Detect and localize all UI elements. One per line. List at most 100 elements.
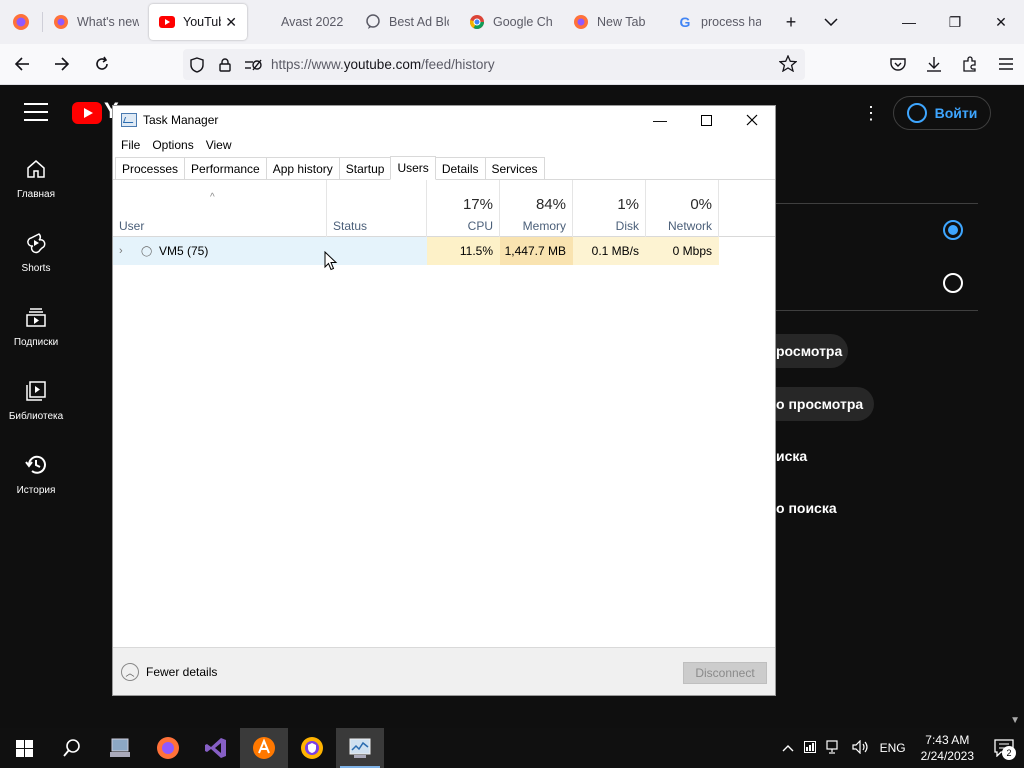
fewer-details-button[interactable]: ︿ Fewer details	[121, 663, 217, 681]
back-button[interactable]	[4, 48, 40, 80]
lock-icon[interactable]	[211, 57, 239, 72]
tm-close-button[interactable]	[729, 106, 775, 134]
reload-button[interactable]	[84, 48, 120, 80]
minimize-button[interactable]: —	[886, 0, 932, 44]
panel-divider	[776, 310, 978, 311]
sidebar-item-library[interactable]: Библиотека	[0, 363, 72, 437]
tab-best-ad-block[interactable]: Best Ad Blo	[355, 0, 459, 44]
tm-column-headers: ^ User Status 17% CPU 84% Memory 1% Disk…	[113, 180, 775, 237]
sidebar-item-history[interactable]: История	[0, 437, 72, 511]
column-cpu[interactable]: 17% CPU	[427, 180, 500, 237]
sign-in-button[interactable]: Войти	[893, 96, 991, 130]
network-icon[interactable]	[821, 739, 847, 757]
scroll-down-arrow-icon[interactable]: ▼	[1010, 715, 1020, 726]
task-manager-titlebar[interactable]: Task Manager —	[113, 106, 775, 134]
menu-options[interactable]: Options	[146, 138, 199, 152]
tab-new-tab[interactable]: New Tab	[563, 0, 667, 44]
column-user[interactable]: User	[113, 180, 327, 237]
url-domain: youtube.com	[343, 57, 422, 72]
clock-time: 7:43 AM	[925, 733, 970, 747]
column-status[interactable]: Status	[327, 180, 427, 237]
tab-label: New Tab	[597, 15, 646, 29]
taskbar-app-installer[interactable]	[96, 728, 144, 768]
disconnect-button[interactable]: Disconnect	[683, 662, 767, 684]
column-disk[interactable]: 1% Disk	[573, 180, 646, 237]
pause-search-history-link[interactable]: о поиска	[776, 500, 837, 516]
tab-services[interactable]: Services	[484, 157, 545, 179]
column-label: CPU	[467, 219, 493, 233]
show-hidden-icons-chevron-up-icon[interactable]	[777, 741, 799, 755]
address-bar[interactable]: https://www.youtube.com/feed/history	[183, 49, 805, 80]
tab-whats-new[interactable]: What's new	[43, 0, 149, 44]
downloads-button[interactable]	[916, 48, 952, 80]
notification-count-badge: 2	[1002, 746, 1016, 760]
column-memory[interactable]: 84% Memory	[500, 180, 573, 237]
pocket-button[interactable]	[880, 48, 916, 80]
taskbar-firefox[interactable]	[144, 728, 192, 768]
start-button[interactable]	[0, 728, 48, 768]
sidebar-item-shorts[interactable]: Shorts	[0, 215, 72, 289]
taskbar-avast-secure-browser[interactable]	[288, 728, 336, 768]
sidebar-item-subscriptions[interactable]: Подписки	[0, 289, 72, 363]
firefox-icon	[13, 14, 29, 30]
extensions-button[interactable]	[952, 48, 988, 80]
tm-minimize-button[interactable]: —	[637, 106, 683, 134]
firefox-view-button[interactable]	[0, 0, 42, 44]
tab-performance[interactable]: Performance	[184, 157, 267, 179]
close-window-button[interactable]: ✕	[978, 0, 1024, 44]
clear-search-history-link[interactable]: иска	[776, 448, 807, 464]
permissions-icon[interactable]	[239, 58, 267, 72]
app-menu-button[interactable]	[988, 48, 1024, 80]
tab-label: Best Ad Blo	[389, 15, 449, 29]
puzzle-icon	[963, 56, 976, 72]
volume-icon[interactable]	[847, 739, 875, 757]
youtube-logo-icon[interactable]	[72, 102, 102, 124]
tab-users[interactable]: Users	[390, 156, 436, 180]
history-type-radio-watch[interactable]	[943, 220, 963, 240]
column-label: Status	[333, 219, 368, 233]
action-center-button[interactable]: 2	[984, 728, 1024, 768]
yt-mini-guide: Главная Shorts Подписки Библиотека Истор…	[0, 141, 72, 511]
arrow-left-icon	[14, 57, 29, 71]
taskbar-visual-studio[interactable]	[192, 728, 240, 768]
chevron-right-icon[interactable]: ›	[119, 245, 141, 257]
more-options-icon[interactable]: ⋮	[862, 103, 880, 124]
tab-processes[interactable]: Processes	[115, 157, 186, 179]
table-row[interactable]: › ◯ VM5 (75) 11.5% 1,447.7 MB 0.1 MB/s 0…	[113, 237, 775, 265]
input-language-indicator[interactable]: ENG	[875, 741, 911, 755]
tm-maximize-button[interactable]	[683, 106, 729, 134]
clear-watch-history-button[interactable]: росмотра	[776, 334, 848, 368]
task-manager-tray-icon[interactable]	[799, 740, 821, 756]
taskbar-clock[interactable]: 7:43 AM 2/24/2023	[911, 732, 984, 764]
menu-file[interactable]: File	[115, 138, 146, 152]
close-tab-icon[interactable]: ✕	[225, 14, 237, 31]
pause-watch-history-button[interactable]: о просмотра	[776, 387, 874, 421]
browser-tab-bar: What's new YouTube ✕ Avast 2022 Best Ad …	[0, 0, 1024, 44]
sidebar-item-label: Главная	[16, 188, 56, 200]
new-tab-button[interactable]: +	[771, 0, 811, 44]
hamburger-menu-icon	[999, 58, 1013, 70]
column-percent: 0%	[690, 196, 712, 213]
list-all-tabs-button[interactable]	[811, 0, 851, 44]
tab-avast[interactable]: Avast 2022	[247, 0, 355, 44]
menu-view[interactable]: View	[200, 138, 238, 152]
avast-icon	[253, 737, 275, 759]
tab-details[interactable]: Details	[434, 157, 486, 179]
sidebar-item-home[interactable]: Главная	[0, 141, 72, 215]
tab-youtube[interactable]: YouTube ✕	[149, 4, 247, 40]
search-button[interactable]	[48, 728, 96, 768]
shield-icon[interactable]	[183, 56, 211, 73]
yt-guide-menu-icon[interactable]	[24, 103, 48, 123]
column-network[interactable]: 0% Network	[646, 180, 719, 237]
speech-bubble-icon	[365, 14, 381, 30]
history-type-radio-search[interactable]	[943, 273, 963, 293]
tab-google-chrome[interactable]: Google Ch	[459, 0, 563, 44]
bookmark-star-icon[interactable]	[778, 54, 798, 75]
tab-startup[interactable]: Startup	[338, 157, 392, 179]
restore-button[interactable]: ❐	[932, 0, 978, 44]
tab-process-hacker[interactable]: G process ha	[667, 0, 771, 44]
taskbar-avast[interactable]	[240, 728, 288, 768]
taskbar-task-manager[interactable]	[336, 728, 384, 768]
tab-app-history[interactable]: App history	[265, 157, 340, 179]
forward-button[interactable]	[44, 48, 80, 80]
